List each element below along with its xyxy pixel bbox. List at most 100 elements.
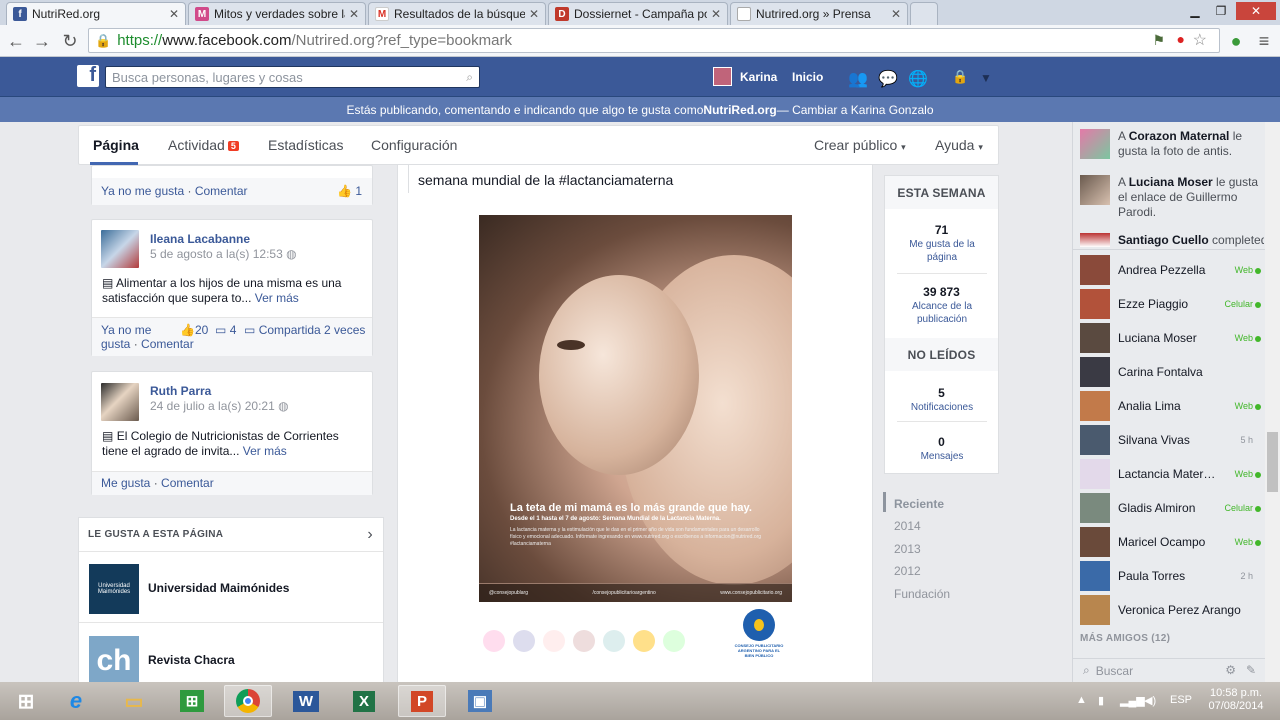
ticker-item[interactable]: Santiago Cuello completed	[1080, 233, 1264, 249]
network-icon[interactable]: ▂▄▆	[1120, 694, 1145, 707]
remote-desktop-icon[interactable]: ▣	[456, 685, 504, 717]
campaign-image[interactable]: La teta de mi mamá es lo más grande que …	[472, 205, 798, 675]
switch-user-link[interactable]: — Cambiar a Karina Gonzalo	[777, 103, 934, 117]
page-likes-label[interactable]: Me gusta de la página	[897, 238, 987, 264]
extension-pin-icon[interactable]: ●	[1224, 29, 1248, 53]
chat-friend[interactable]: Andrea Pezzella Web	[1080, 255, 1264, 287]
page-scrollbar[interactable]	[1265, 122, 1280, 682]
timeline-item[interactable]: 2012	[894, 564, 921, 578]
comment-button[interactable]: Comentar	[161, 476, 214, 490]
comment-count[interactable]: ▭ 4	[215, 323, 236, 337]
liked-page-name[interactable]: Universidad Maimónides	[148, 581, 289, 595]
ticker-item[interactable]: A Corazon Maternal le gusta la foto de a…	[1080, 129, 1264, 169]
chat-friend[interactable]: Gladis Almiron Celular	[1080, 493, 1264, 525]
close-tab-icon[interactable]: ✕	[169, 7, 179, 21]
avatar[interactable]	[101, 230, 139, 268]
facebook-logo-icon[interactable]: f	[77, 64, 99, 87]
post-date[interactable]: 24 de julio a la(s) 20:21 ◍	[150, 399, 289, 413]
post-reach-label[interactable]: Alcance de la publicación	[897, 300, 987, 326]
home-link[interactable]: Inicio	[792, 70, 823, 84]
menu-icon[interactable]: ≡	[1252, 29, 1276, 53]
settings-dropdown-icon[interactable]: ▼	[980, 71, 992, 85]
chevron-right-icon[interactable]: ›	[367, 526, 373, 544]
notifications-count[interactable]: 5	[885, 386, 998, 400]
profile-link[interactable]: Karina	[740, 70, 777, 84]
browser-tab-dossiernet[interactable]: D Dossiernet - Campaña por ✕	[548, 2, 728, 25]
search-icon[interactable]: ⌕	[466, 70, 473, 85]
language-indicator[interactable]: ESP	[1170, 694, 1192, 706]
minimize-icon[interactable]: ▁	[1182, 2, 1208, 20]
chat-friend[interactable]: Analia Lima Web	[1080, 391, 1264, 423]
see-more-link[interactable]: Ver más	[255, 291, 299, 305]
chat-search-input[interactable]: ⌕ Buscar ⚙ ✎	[1073, 658, 1266, 682]
post-reach-count[interactable]: 39 873	[885, 285, 998, 299]
forward-icon[interactable]: →	[30, 29, 54, 53]
new-tab-button[interactable]	[910, 2, 938, 25]
windows-start-icon[interactable]: ⊞	[2, 685, 50, 717]
store-icon[interactable]: ⊞	[168, 685, 216, 717]
unlike-button[interactable]: Ya no me	[101, 323, 151, 337]
post-author[interactable]: Ruth Parra	[150, 384, 211, 398]
messages-label[interactable]: Mensajes	[897, 450, 987, 463]
chat-friend[interactable]: Ezze Piaggio Celular	[1080, 289, 1264, 321]
extension-chat-icon[interactable]: ●	[1177, 31, 1185, 47]
liked-page-item[interactable]: Universidad Maimónides Universidad Maimó…	[79, 552, 383, 623]
like-button[interactable]: Me gusta	[101, 476, 150, 490]
comment-button[interactable]: Comentar	[195, 184, 248, 198]
browser-tab-prensa[interactable]: Nutrired.org » Prensa ✕	[730, 2, 908, 25]
browser-tab-nutrired[interactable]: f NutriRed.org ✕	[6, 2, 186, 25]
privacy-lock-icon[interactable]: 🔒	[952, 69, 968, 85]
clock[interactable]: 10:58 p.m. 07/08/2014	[1196, 687, 1276, 713]
like-count[interactable]: 👍 1	[337, 184, 362, 198]
chat-friend[interactable]: Carina Fontalva	[1080, 357, 1264, 389]
gear-icon[interactable]: ⚙	[1225, 663, 1236, 677]
extension-flag-icon[interactable]: ⚑	[1152, 32, 1165, 49]
chat-friend[interactable]: Luciana Moser Web	[1080, 323, 1264, 355]
chrome-icon[interactable]	[224, 685, 272, 717]
see-more-link[interactable]: Ver más	[243, 444, 287, 458]
comment-button[interactable]: Comentar	[141, 337, 194, 351]
compose-icon[interactable]: ✎	[1246, 663, 1256, 677]
unlike-button-cont[interactable]: gusta	[101, 337, 130, 351]
timeline-item[interactable]: 2014	[894, 519, 921, 533]
close-tab-icon[interactable]: ✕	[529, 7, 539, 21]
share-count[interactable]: ▭ Compartida 2 veces	[244, 323, 365, 337]
notifications-label[interactable]: Notificaciones	[897, 401, 987, 414]
tab-estadisticas[interactable]: Estadísticas	[268, 137, 343, 153]
tray-arrow-icon[interactable]: ▲	[1076, 694, 1087, 706]
bookmark-star-icon[interactable]: ☆	[1193, 30, 1207, 50]
close-tab-icon[interactable]: ✕	[711, 7, 721, 21]
like-count[interactable]: 👍20	[180, 323, 208, 337]
powerpoint-icon[interactable]: P	[398, 685, 446, 717]
restore-icon[interactable]: ❐	[1208, 2, 1234, 20]
close-window-icon[interactable]: ✕	[1236, 2, 1276, 20]
battery-icon[interactable]: ▮	[1098, 694, 1104, 707]
timeline-item[interactable]: 2013	[894, 542, 921, 556]
close-tab-icon[interactable]: ✕	[349, 7, 359, 21]
scrollbar-thumb[interactable]	[1267, 432, 1278, 492]
chat-friend[interactable]: Paula Torres 2 h	[1080, 561, 1264, 593]
excel-icon[interactable]: X	[340, 685, 388, 717]
page-likes-count[interactable]: 71	[885, 223, 998, 237]
timeline-item[interactable]: Reciente	[894, 497, 944, 511]
chat-friend[interactable]: Maricel Ocampo Web	[1080, 527, 1264, 559]
chat-friend[interactable]: Veronica Perez Arango	[1080, 595, 1264, 627]
browser-tab-mitos[interactable]: M Mitos y verdades sobre la ✕	[188, 2, 366, 25]
unlike-button[interactable]: Ya no me gusta	[101, 184, 184, 198]
internet-explorer-icon[interactable]: e	[52, 685, 100, 717]
post-date[interactable]: 5 de agosto a la(s) 12:53 ◍	[150, 247, 297, 261]
search-input[interactable]: Busca personas, lugares y cosas ⌕	[105, 66, 480, 88]
back-icon[interactable]: ←	[4, 29, 28, 53]
address-bar[interactable]: 🔒 https://www.facebook.com/Nutrired.org?…	[88, 28, 1220, 53]
avatar[interactable]	[101, 383, 139, 421]
reload-icon[interactable]: ↻	[58, 29, 82, 53]
messages-icon[interactable]: 💬	[878, 69, 898, 89]
chat-friend[interactable]: Silvana Vivas 5 h	[1080, 425, 1264, 457]
likes-box-header[interactable]: LE GUSTA A ESTA PÁGINA ›	[79, 518, 383, 552]
volume-icon[interactable]: ◀)	[1144, 694, 1156, 707]
tab-pagina[interactable]: Página	[93, 137, 139, 153]
ayuda-dropdown[interactable]: Ayuda ▾	[935, 137, 983, 153]
post-author[interactable]: Ileana Lacabanne	[150, 232, 250, 246]
liked-page-name[interactable]: Revista Chacra	[148, 653, 235, 667]
file-explorer-icon[interactable]: ▭	[110, 685, 158, 717]
